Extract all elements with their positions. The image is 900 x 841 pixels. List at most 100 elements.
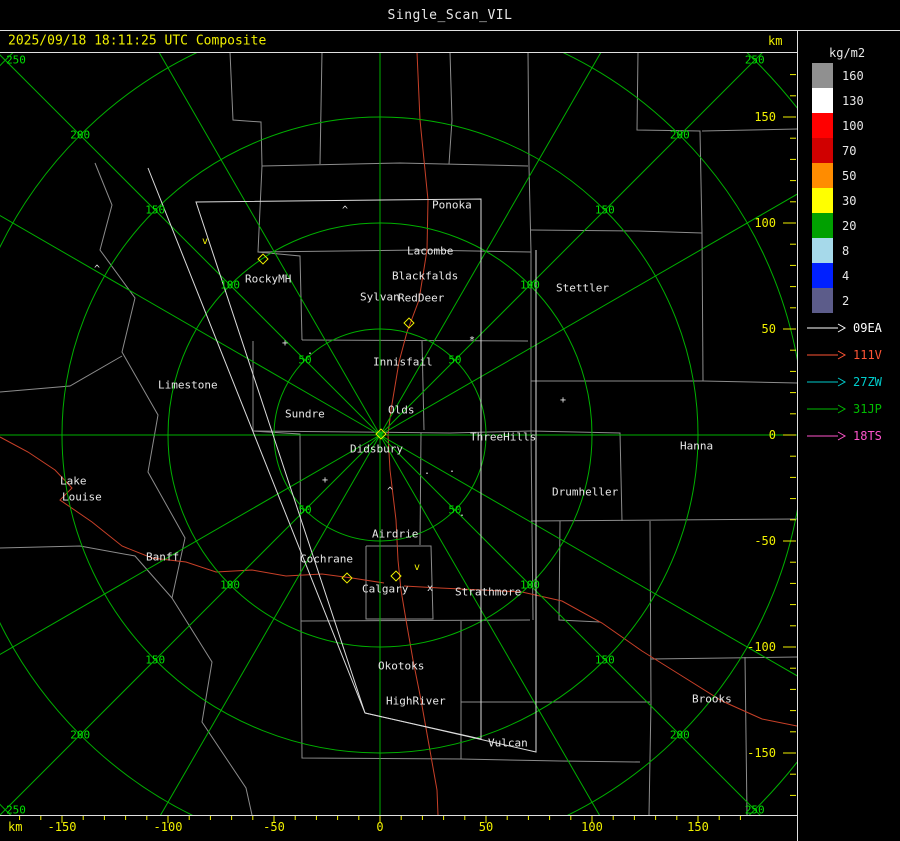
legend-scale-value: 130 <box>842 93 864 108</box>
town-label: Blackfalds <box>392 269 459 283</box>
legend-scale-row: 50 <box>812 163 864 188</box>
town-label: Louise <box>62 490 102 504</box>
radar-site-row: 31JP <box>806 395 882 422</box>
range-ring-label: 250 <box>744 803 765 817</box>
x-axis-tick-label: 150 <box>687 820 709 834</box>
radar-map-canvas <box>0 30 900 841</box>
town-label: RedDeer <box>398 291 445 305</box>
town-label: Strathmore <box>455 585 522 599</box>
radar-site-arrow-icon <box>807 431 846 440</box>
legend-scale-value: 4 <box>842 268 850 283</box>
range-ring-label: 100 <box>519 578 540 592</box>
map-marker-icon: . <box>423 466 431 477</box>
legend-scale-row: 100 <box>812 113 864 138</box>
range-ring-label: 200 <box>669 728 690 742</box>
range-ring-label: 200 <box>70 128 91 142</box>
map-marker-icon: + <box>559 395 567 406</box>
y-axis-tick-label: -100 <box>747 640 776 654</box>
range-ring-label: 150 <box>594 653 615 667</box>
app-window: Single_Scan_VIL 2025/09/18 18:11:25 UTC … <box>0 0 900 841</box>
y-axis-ticks <box>783 74 796 796</box>
map-marker-icon: + <box>281 338 289 349</box>
legend-color-swatch <box>812 288 833 313</box>
map-marker-icon: v <box>201 236 209 247</box>
town-label: Lacombe <box>407 244 454 258</box>
town-label: Hanna <box>680 439 714 453</box>
range-ring-label: 200 <box>70 728 91 742</box>
map-marker-icon: . <box>458 508 466 519</box>
town-label: Limestone <box>158 378 218 392</box>
town-label: RockyMH <box>245 272 292 286</box>
legend-color-swatch <box>812 88 833 113</box>
range-ring-label: 150 <box>145 203 166 217</box>
x-axis-tick-label: 0 <box>376 820 384 834</box>
town-label: Ponoka <box>432 198 472 212</box>
town-label: Didsbury <box>350 442 403 456</box>
range-ring-label: 150 <box>145 653 166 667</box>
legend-color-swatch <box>812 113 833 138</box>
range-ring-label: 200 <box>669 128 690 142</box>
town-label: Banff <box>146 550 180 564</box>
x-axis-tick-label: 100 <box>581 820 603 834</box>
legend-scale-row: 2 <box>812 288 864 313</box>
range-ring-label: 100 <box>220 578 241 592</box>
y-axis-tick-label: 150 <box>754 110 776 124</box>
x-axis-tick-label: -100 <box>153 820 183 834</box>
range-ring-label: 100 <box>220 278 241 292</box>
legend-scale-value: 50 <box>842 168 857 183</box>
map-marker-icon: v <box>413 562 421 573</box>
map-marker-icon: . <box>448 464 456 475</box>
legend-scale-value: 100 <box>842 118 864 133</box>
radar-site-id: 09EA <box>853 320 882 335</box>
town-label: Drumheller <box>552 485 619 499</box>
range-ring-label: 250 <box>744 53 765 67</box>
town-label: Lake <box>60 474 87 488</box>
radar-site-row: 09EA <box>806 314 882 341</box>
radar-site-id: 18TS <box>853 428 882 443</box>
range-ring-label: 250 <box>6 803 26 817</box>
town-label: Vulcan <box>488 736 528 750</box>
town-label: Innisfail <box>373 355 433 369</box>
y-axis-tick-label: 50 <box>761 322 776 336</box>
legend-scale-value: 30 <box>842 193 857 208</box>
radar-site-arrow-icon <box>807 323 846 332</box>
radar-site-arrow-icon <box>807 404 846 413</box>
town-label: Brooks <box>692 692 732 706</box>
color-scale: 160 130 100 70 50 30 20 8 4 2 <box>812 63 864 313</box>
legend-scale-row: 20 <box>812 213 864 238</box>
x-axis-tick-label: 50 <box>478 820 494 834</box>
legend-color-swatch <box>812 63 833 88</box>
radar-site-row: 18TS <box>806 422 882 449</box>
range-ring-label: 50 <box>298 503 312 517</box>
town-label: Sundre <box>285 407 325 421</box>
legend-color-swatch <box>812 238 833 263</box>
radar-site-arrow-icon <box>807 350 846 359</box>
legend-scale-row: 70 <box>812 138 864 163</box>
town-label: Calgary <box>362 582 409 596</box>
legend-color-swatch <box>812 188 833 213</box>
y-axis-unit-label: km <box>768 34 783 48</box>
legend-color-swatch <box>812 138 833 163</box>
town-label: ThreeHills <box>470 430 537 444</box>
window-title: Single_Scan_VIL <box>387 7 513 23</box>
town-label: Airdrie <box>372 527 419 541</box>
map-marker-icon: + <box>321 475 329 486</box>
legend-scale-value: 8 <box>842 243 850 258</box>
legend-scale-row: 130 <box>812 88 864 113</box>
radar-site-legend: 09EA 111V 27ZW 31JP 18TS <box>806 314 882 449</box>
legend-color-swatch <box>812 163 833 188</box>
legend-scale-value: 70 <box>842 143 857 158</box>
town-label: Cochrane <box>300 552 353 566</box>
y-axis-tick-label: -150 <box>747 746 776 760</box>
radar-site-id: 31JP <box>853 401 882 416</box>
radar-site-id: 111V <box>853 347 882 362</box>
legend-scale-value: 2 <box>842 293 850 308</box>
map-marker-icon: ^ <box>386 486 394 497</box>
legend-color-swatch <box>812 263 833 288</box>
x-axis-tick-label: -50 <box>263 820 285 834</box>
product-timestamp: 2025/09/18 18:11:25 UTC Composite <box>8 33 267 49</box>
x-axis-tick-label: -150 <box>47 820 77 834</box>
legend-scale-row: 4 <box>812 263 864 288</box>
legend-scale-row: 160 <box>812 63 864 88</box>
range-ring-label: 150 <box>594 203 615 217</box>
